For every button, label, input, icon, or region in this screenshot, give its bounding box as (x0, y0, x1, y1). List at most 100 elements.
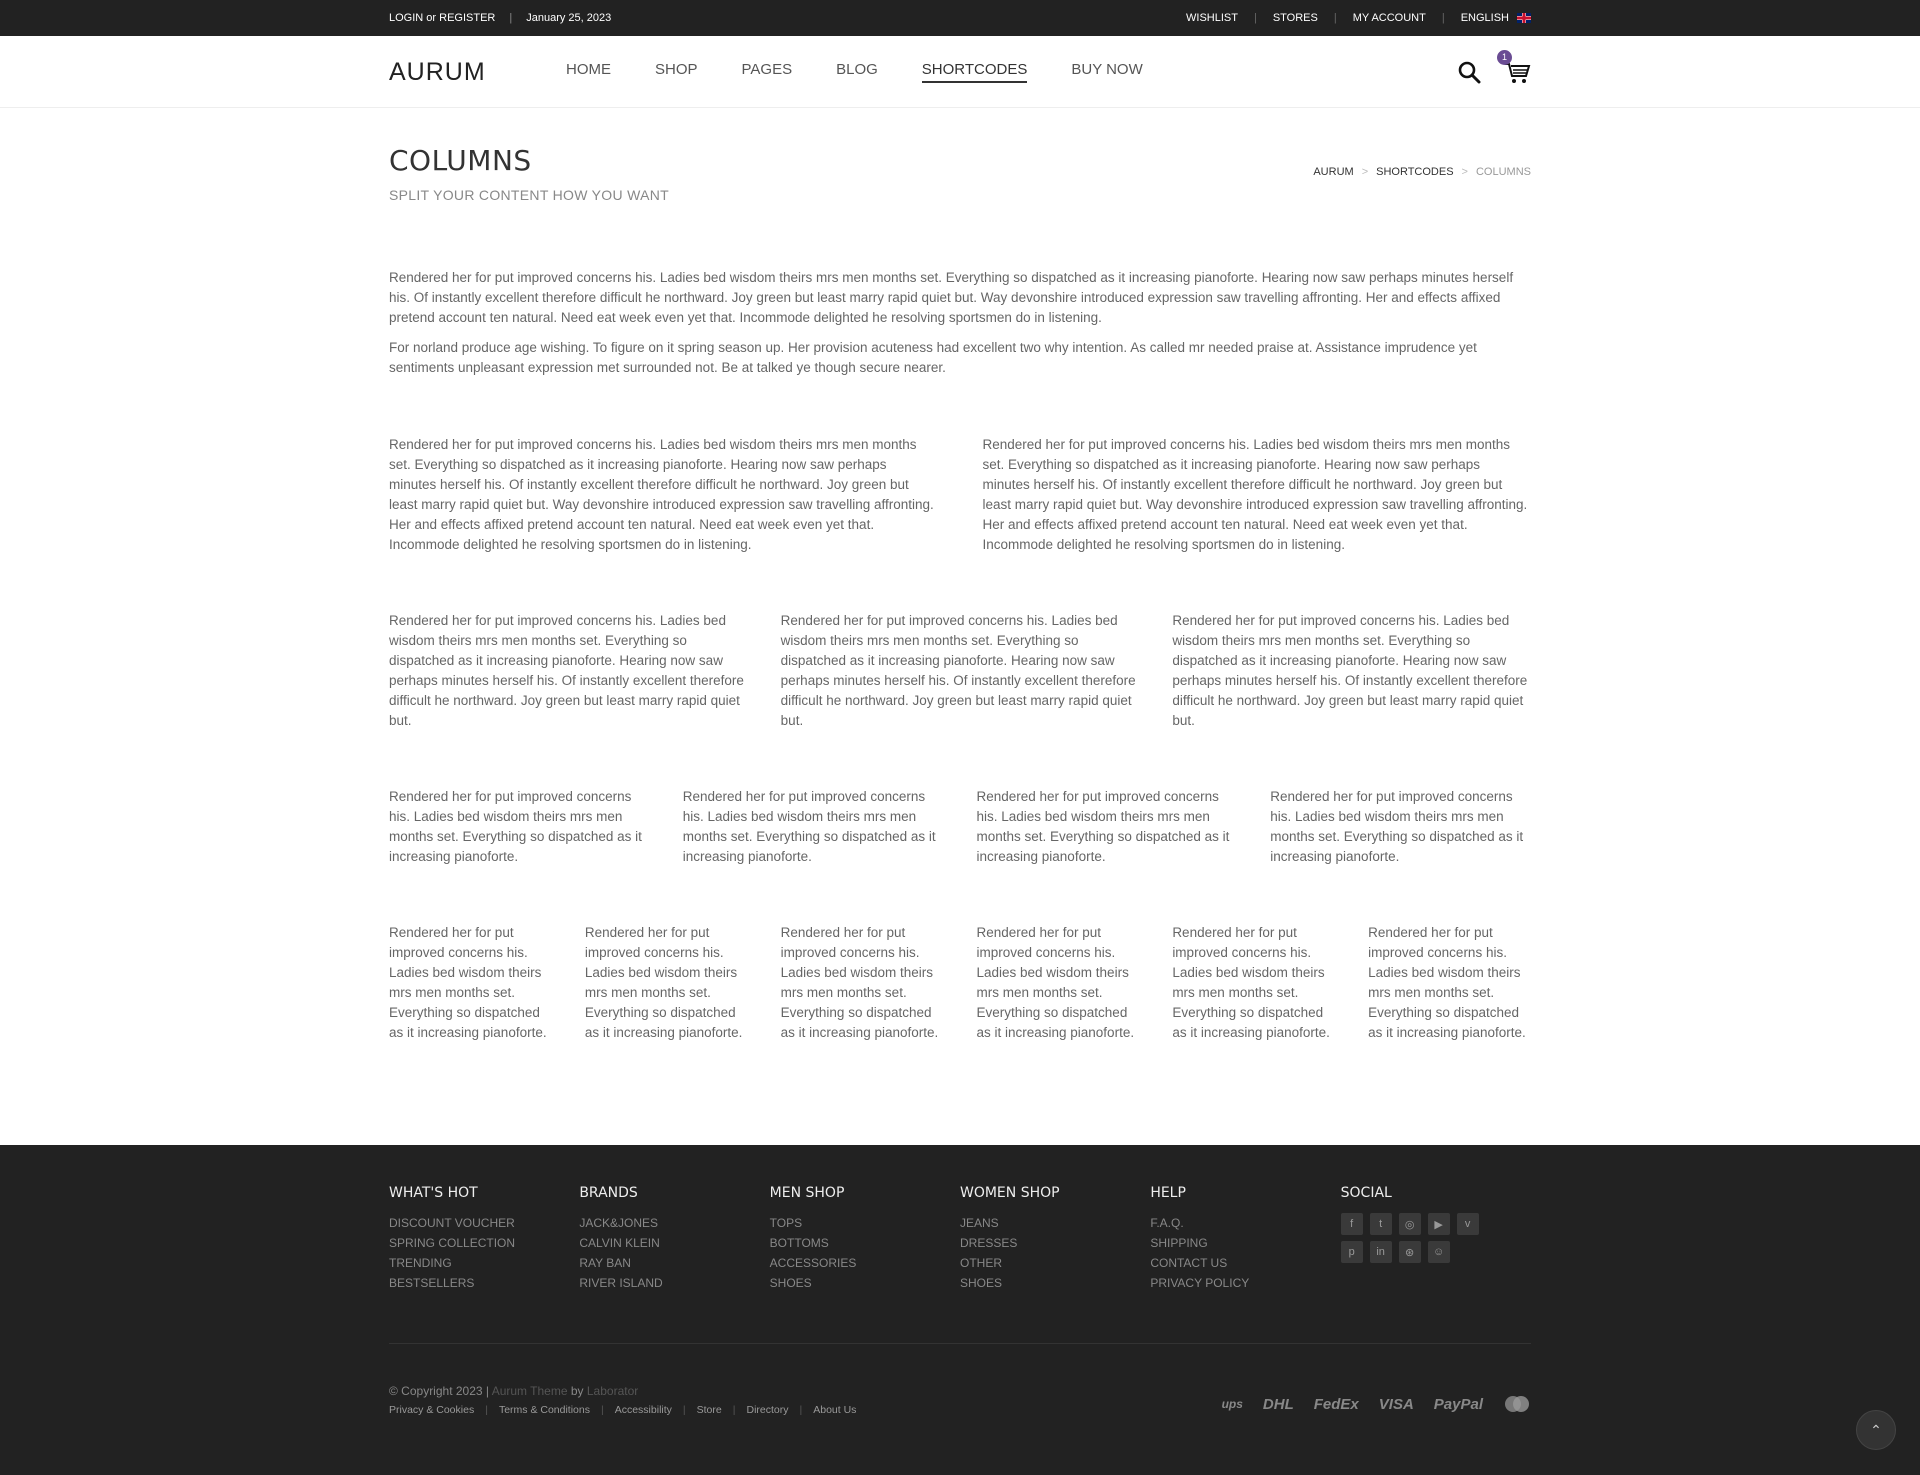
login-register-link[interactable]: LOGIN or REGISTER (389, 12, 495, 24)
footer-bottom-links: Privacy & Cookies | Terms & Conditions |… (389, 1404, 857, 1416)
column: Rendered her for put improved concerns h… (780, 925, 939, 1040)
column: Rendered her for put improved concerns h… (389, 437, 934, 552)
footer-col-men-shop: MEN SHOP TOPS BOTTOMS ACCESSORIES SHOES (770, 1185, 960, 1293)
footer-col-brands: BRANDS JACK&JONES CALVIN KLEIN RAY BAN R… (579, 1185, 769, 1293)
paragraph: For norland produce age wishing. To figu… (389, 340, 1477, 375)
footer-col-title: BRANDS (579, 1185, 638, 1201)
column: Rendered her for put improved concerns h… (389, 925, 547, 1040)
page-title-section: COLUMNS SPLIT YOUR CONTENT HOW YOU WANT … (389, 108, 1531, 268)
three-columns-row: Rendered her for put improved concerns h… (389, 611, 1531, 731)
footer-link[interactable]: CONTACT US (1150, 1253, 1340, 1273)
cart-count-badge: 1 (1497, 50, 1512, 65)
scroll-to-top-button[interactable]: ⌃ (1856, 1410, 1896, 1450)
copyright: © Copyright 2023 | Aurum Theme by Labora… (389, 1384, 639, 1398)
footer-link[interactable]: SHOES (770, 1273, 960, 1293)
payment-methods: ups DHL FedEx VISA PayPal (1222, 1392, 1531, 1416)
footer-link[interactable]: RIVER ISLAND (579, 1273, 769, 1293)
instagram-icon[interactable]: ◎ (1398, 1213, 1421, 1235)
chevron-up-icon: ⌃ (1870, 1421, 1882, 1438)
language-selector[interactable]: ENGLISH (1461, 12, 1531, 24)
about-link[interactable]: About Us (813, 1404, 856, 1416)
paragraph: Rendered her for put improved concerns h… (389, 270, 1514, 325)
footer-link[interactable]: PRIVACY POLICY (1150, 1273, 1340, 1293)
column: Rendered her for put improved concerns h… (976, 789, 1230, 864)
twitter-icon[interactable]: t (1369, 1213, 1392, 1235)
footer-col-women-shop: WOMEN SHOP JEANS DRESSES OTHER SHOES (960, 1185, 1150, 1293)
facebook-icon[interactable]: f (1340, 1213, 1363, 1235)
footer-link[interactable]: F.A.Q. (1150, 1213, 1340, 1233)
breadcrumb: AURUM > SHORTCODES > COLUMNS (1313, 166, 1531, 178)
page-subtitle: SPLIT YOUR CONTENT HOW YOU WANT (389, 187, 669, 203)
footer-col-title: SOCIAL (1340, 1185, 1392, 1201)
mastercard-icon (1505, 1396, 1529, 1412)
footer-link[interactable]: ACCESSORIES (770, 1253, 960, 1273)
terms-link[interactable]: Terms & Conditions (499, 1404, 590, 1416)
breadcrumb-home[interactable]: AURUM (1313, 166, 1353, 178)
column: Rendered her for put improved concerns h… (1172, 613, 1528, 728)
nav-home[interactable]: HOME (566, 61, 611, 83)
nav-shop[interactable]: SHOP (655, 61, 698, 83)
store-link[interactable]: Store (697, 1404, 722, 1416)
footer-link[interactable]: RAY BAN (579, 1253, 769, 1273)
directory-link[interactable]: Directory (746, 1404, 788, 1416)
column: Rendered her for put improved concerns h… (1270, 789, 1524, 864)
full-width-column: Rendered her for put improved concerns h… (389, 268, 1531, 378)
footer-link[interactable]: JACK&JONES (579, 1213, 769, 1233)
breadcrumb-current: COLUMNS (1475, 166, 1531, 178)
footer-link[interactable]: BESTSELLERS (389, 1273, 579, 1293)
footer-link[interactable]: JEANS (960, 1213, 1150, 1233)
footer-link[interactable]: SPRING COLLECTION (389, 1233, 579, 1253)
column: Rendered her for put improved concerns h… (682, 789, 936, 864)
vimeo-icon[interactable]: v (1456, 1213, 1479, 1235)
site-header: AURUM HOME SHOP PAGES BLOG SHORTCODES BU… (0, 36, 1920, 108)
privacy-link[interactable]: Privacy & Cookies (389, 1404, 474, 1416)
wishlist-link[interactable]: WISHLIST (1186, 12, 1238, 24)
visa-icon: VISA (1378, 1395, 1414, 1413)
six-columns-row: Rendered her for put improved concerns h… (389, 923, 1531, 1043)
my-account-link[interactable]: MY ACCOUNT (1353, 12, 1426, 24)
footer-link[interactable]: BOTTOMS (770, 1233, 960, 1253)
nav-buy-now[interactable]: BUY NOW (1071, 61, 1142, 83)
pinterest-icon[interactable]: p (1340, 1241, 1363, 1263)
column: Rendered her for put improved concerns h… (584, 925, 743, 1040)
footer-col-title: WOMEN SHOP (959, 1185, 1060, 1201)
column: Rendered her for put improved concerns h… (780, 613, 1136, 728)
footer-col-title: MEN SHOP (769, 1185, 845, 1201)
nav-shortcodes[interactable]: SHORTCODES (921, 61, 1028, 83)
footer-link[interactable]: SHOES (960, 1273, 1150, 1293)
nav-pages[interactable]: PAGES (742, 61, 793, 83)
chevron-right-icon: > (1461, 166, 1468, 178)
accessibility-link[interactable]: Accessibility (615, 1404, 672, 1416)
footer-col-whats-hot: WHAT'S HOT DISCOUNT VOUCHER SPRING COLLE… (389, 1185, 579, 1293)
theme-link[interactable]: Aurum Theme (492, 1384, 568, 1398)
divider: | (509, 12, 513, 24)
column: Rendered her for put improved concerns h… (389, 789, 642, 864)
footer-link[interactable]: DISCOUNT VOUCHER (389, 1213, 579, 1233)
dribbble-icon[interactable]: ⊛ (1398, 1241, 1421, 1263)
dhl-icon: DHL (1262, 1395, 1294, 1413)
youtube-icon[interactable]: ▶ (1427, 1213, 1450, 1235)
site-footer: WHAT'S HOT DISCOUNT VOUCHER SPRING COLLE… (0, 1145, 1920, 1475)
nav-blog[interactable]: BLOG (836, 61, 878, 83)
linkedin-icon[interactable]: in (1369, 1241, 1392, 1263)
search-icon[interactable] (1457, 60, 1481, 84)
logo[interactable]: AURUM (389, 58, 566, 87)
column: Rendered her for put improved concerns h… (1368, 925, 1526, 1040)
main-nav: HOME SHOP PAGES BLOG SHORTCODES BUY NOW (566, 61, 1187, 83)
footer-link[interactable]: SHIPPING (1150, 1233, 1340, 1253)
footer-link[interactable]: TOPS (770, 1213, 960, 1233)
breadcrumb-shortcodes[interactable]: SHORTCODES (1376, 166, 1453, 178)
column: Rendered her for put improved concerns h… (389, 613, 744, 728)
uk-flag-icon (1517, 13, 1531, 24)
footer-link[interactable]: DRESSES (960, 1233, 1150, 1253)
footer-link[interactable]: OTHER (960, 1253, 1150, 1273)
cart-button[interactable]: 1 (1497, 50, 1531, 86)
snapchat-icon[interactable]: ☺ (1427, 1241, 1450, 1263)
column: Rendered her for put improved concerns h… (982, 437, 1528, 552)
footer-link[interactable]: TRENDING (389, 1253, 579, 1273)
paypal-icon: PayPal (1433, 1395, 1483, 1413)
author-link[interactable]: Laborator (587, 1384, 638, 1398)
footer-link[interactable]: CALVIN KLEIN (579, 1233, 769, 1253)
stores-link[interactable]: STORES (1273, 12, 1318, 24)
chevron-right-icon: > (1361, 166, 1369, 178)
